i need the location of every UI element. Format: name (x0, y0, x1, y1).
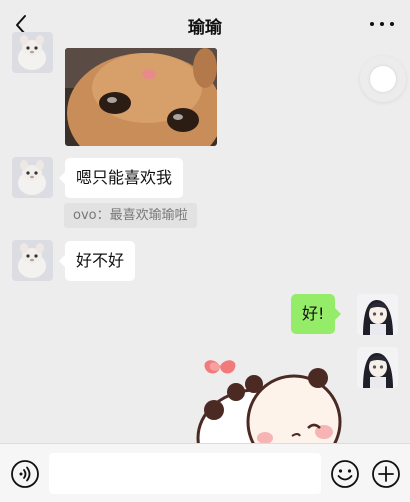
message-input[interactable] (49, 453, 321, 494)
message-bubble[interactable]: 好不好 (58, 241, 136, 281)
voice-icon[interactable] (10, 459, 40, 489)
floating-window-button[interactable] (360, 56, 406, 102)
bear-sticker[interactable] (196, 350, 346, 446)
chat-header: 瑜瑜 (0, 0, 410, 50)
input-bar (0, 443, 410, 502)
self-avatar[interactable] (357, 294, 398, 335)
cat-photo[interactable] (65, 48, 217, 146)
message-bubble[interactable]: 嗯只能喜欢我 (58, 158, 184, 198)
quoted-message[interactable]: ovo：最喜欢瑜瑜啦 (64, 203, 197, 228)
plus-icon[interactable] (371, 459, 401, 489)
self-avatar[interactable] (357, 347, 398, 388)
contact-avatar[interactable] (12, 240, 53, 281)
chat-title: 瑜瑜 (188, 17, 222, 38)
contact-avatar[interactable] (12, 32, 53, 73)
ellipsis-icon[interactable] (370, 14, 394, 34)
message-bubble-self[interactable]: 好! (291, 294, 342, 334)
contact-avatar[interactable] (12, 157, 53, 198)
smiley-icon[interactable] (330, 459, 360, 489)
